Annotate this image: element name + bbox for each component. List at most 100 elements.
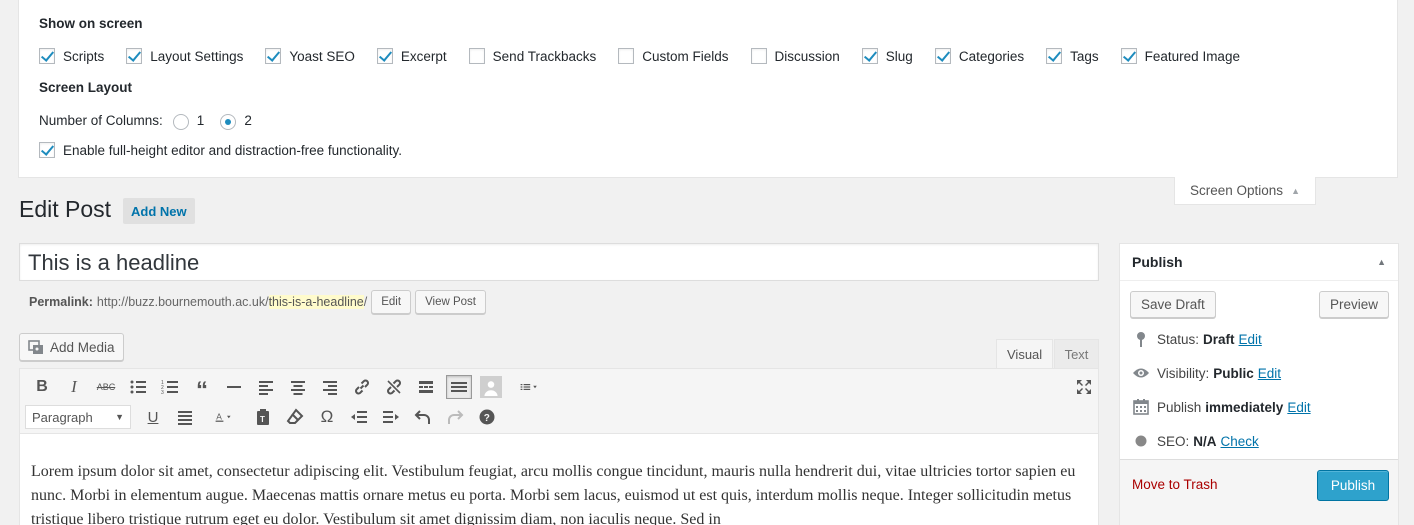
screen-layout-heading: Screen Layout [39,80,133,95]
bulleted-list-icon[interactable] [128,377,148,397]
checkbox[interactable] [39,48,55,64]
visibility-label: Visibility: [1157,365,1210,381]
checkbox[interactable] [376,48,393,64]
checkbox[interactable] [1046,48,1063,64]
collapse-arrow-icon[interactable]: ▲ [1377,257,1386,267]
align-center-icon[interactable] [288,377,308,397]
align-left-icon[interactable] [256,377,276,397]
full-height-row: Enable full-height editor and distractio… [39,142,402,158]
screen-option-custom-fields[interactable]: Custom Fields [618,48,729,64]
checkbox-label: Discussion [774,48,840,64]
fullscreen-icon[interactable] [1074,377,1094,397]
status-value: Draft [1203,331,1235,347]
checkbox[interactable] [618,48,635,64]
underline-icon[interactable]: U [143,407,163,427]
redo-icon[interactable] [445,407,465,427]
checkbox[interactable] [265,48,282,64]
paste-as-text-icon[interactable]: T [253,407,273,427]
screen-option-scripts[interactable]: Scripts [39,48,104,64]
outdent-icon[interactable] [349,407,369,427]
edit-schedule-link[interactable]: Edit [1287,400,1310,415]
checkbox[interactable] [750,48,767,64]
add-media-button[interactable]: Add Media [19,333,124,361]
permalink-row: Permalink: http://buzz.bournemouth.ac.uk… [29,290,486,314]
screen-options-toggle[interactable]: Screen Options ▲ [1174,177,1316,205]
special-character-icon[interactable]: Ω [317,407,337,427]
screen-option-featured-image[interactable]: Featured Image [1120,48,1240,64]
checkbox[interactable] [934,48,951,64]
edit-status-link[interactable]: Edit [1239,332,1262,347]
seo-status-dot-icon [1132,432,1150,450]
list-options-icon[interactable] [512,377,546,397]
publish-actions: Move to Trash Publish [1120,459,1398,525]
columns-radio-1-label: 1 [196,112,205,128]
italic-icon[interactable]: I [64,377,84,397]
publish-button[interactable]: Publish [1317,470,1389,501]
editor-content[interactable]: Lorem ipsum dolor sit amet, consectetur … [19,434,1099,525]
screen-options-toggle-label: Screen Options [1190,183,1284,198]
permalink-label: Permalink: [29,295,93,309]
justify-icon[interactable] [175,407,195,427]
text-color-icon[interactable]: A [207,407,241,427]
full-height-checkbox[interactable] [39,142,55,158]
checkbox[interactable] [468,48,485,64]
format-select[interactable]: Paragraph ▼ [25,405,131,429]
add-new-button[interactable]: Add New [123,198,195,224]
indent-icon[interactable] [381,407,401,427]
insert-link-icon[interactable] [352,377,372,397]
checkbox[interactable] [861,48,878,64]
columns-radio-1[interactable] [172,114,189,130]
view-post-button[interactable]: View Post [415,290,486,314]
screen-option-excerpt[interactable]: Excerpt [376,48,447,64]
visibility-value: Public [1213,365,1254,381]
screen-option-send-trackbacks[interactable]: Send Trackbacks [468,48,596,64]
screen-option-slug[interactable]: Slug [861,48,913,64]
horizontal-line-icon[interactable] [224,377,244,397]
checkbox-label: Featured Image [1144,48,1240,64]
align-right-icon[interactable] [320,377,340,397]
edit-permalink-button[interactable]: Edit [371,290,412,314]
add-media-label: Add Media [50,339,115,355]
avatar-icon[interactable] [480,376,502,398]
toolbar-toggle-icon[interactable] [446,375,472,399]
columns-radio-2[interactable] [220,114,237,130]
blockquote-icon[interactable]: “ [192,377,212,403]
tab-visual[interactable]: Visual [996,339,1054,368]
help-icon[interactable]: ? [477,407,497,427]
svg-text:A: A [216,411,222,421]
remove-link-icon[interactable] [384,377,404,397]
caret-down-icon: ▼ [115,412,124,422]
checkbox-label: Custom Fields [642,48,729,64]
publish-box-header[interactable]: Publish ▲ [1120,244,1398,281]
columns-label: Number of Columns: [39,112,163,128]
media-icon [28,340,44,354]
svg-text:?: ? [484,413,490,424]
undo-icon[interactable] [413,407,433,427]
move-to-trash-link[interactable]: Move to Trash [1132,477,1218,492]
clear-formatting-icon[interactable] [285,407,305,427]
seo-row: SEO: N/A Check [1132,432,1259,450]
save-draft-button[interactable]: Save Draft [1130,291,1216,318]
screen-option-yoast-seo[interactable]: Yoast SEO [265,48,355,64]
show-on-screen-heading: Show on screen [39,16,143,31]
read-more-icon[interactable] [416,377,436,397]
post-title-input[interactable]: This is a headline [19,243,1099,281]
screen-option-layout-settings[interactable]: Layout Settings [126,48,243,64]
numbered-list-icon[interactable]: 123 [160,377,180,397]
edit-visibility-link[interactable]: Edit [1258,366,1281,381]
checkbox[interactable] [126,48,143,64]
checkbox[interactable] [1120,48,1137,64]
preview-button[interactable]: Preview [1319,291,1390,318]
bold-icon[interactable]: B [32,377,52,397]
caret-up-icon: ▲ [1291,185,1300,196]
strikethrough-icon[interactable]: ABC [96,377,116,397]
screen-option-tags[interactable]: Tags [1046,48,1099,64]
screen-option-categories[interactable]: Categories [934,48,1024,64]
seo-check-link[interactable]: Check [1221,434,1259,449]
screen-option-discussion[interactable]: Discussion [750,48,840,64]
pin-icon [1132,330,1150,348]
permalink-slug[interactable]: this-is-a-headline [268,295,364,309]
tab-text[interactable]: Text [1054,339,1099,368]
permalink-trailing: / [363,295,368,309]
schedule-value: immediately [1205,399,1284,415]
